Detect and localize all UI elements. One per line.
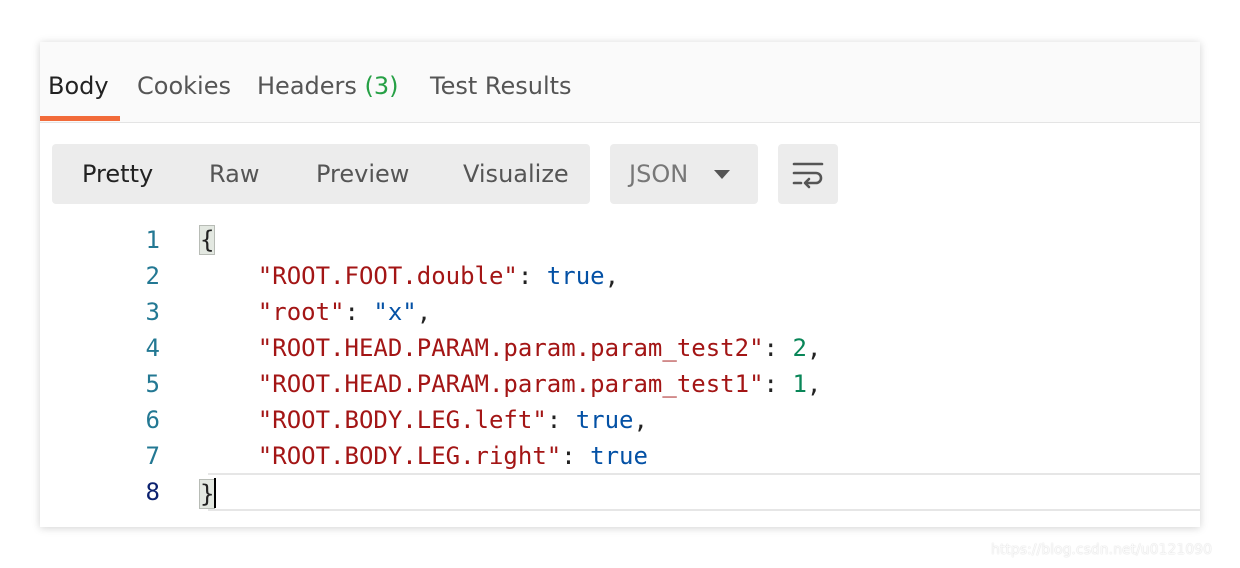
preview-button[interactable]: Preview bbox=[316, 160, 409, 188]
editor-line: 1 { bbox=[40, 222, 1200, 258]
tab-test-results[interactable]: Test Results bbox=[430, 72, 572, 100]
format-selected-label: JSON bbox=[629, 160, 689, 188]
active-tab-indicator bbox=[40, 116, 120, 121]
code-editor[interactable]: 1 { 2 "ROOT.FOOT.double": true, 3 "root"… bbox=[40, 222, 1200, 527]
view-mode-group: Pretty Raw Preview Visualize bbox=[52, 144, 590, 204]
editor-line: 4 "ROOT.HEAD.PARAM.param.param_test2": 2… bbox=[40, 330, 1200, 366]
json-key: "ROOT.HEAD.PARAM.param.param_test2" bbox=[257, 334, 764, 362]
response-tabs: Body Cookies Headers (3) Test Results bbox=[40, 42, 1200, 123]
tab-headers-label: Headers bbox=[257, 72, 357, 100]
json-value: true bbox=[575, 406, 634, 434]
line-number: 7 bbox=[145, 442, 160, 470]
json-separator: : bbox=[517, 262, 547, 290]
editor-line: 6 "ROOT.BODY.LEG.left": true, bbox=[40, 402, 1200, 438]
json-key: "ROOT.BODY.LEG.right" bbox=[257, 442, 562, 470]
line-number: 5 bbox=[145, 370, 160, 398]
line-number: 2 bbox=[145, 262, 160, 290]
json-value: 2 bbox=[792, 334, 807, 362]
editor-line-current: 8 } bbox=[40, 473, 1200, 511]
json-comma: , bbox=[633, 406, 648, 434]
format-select[interactable]: JSON bbox=[610, 144, 758, 204]
json-value: true bbox=[590, 442, 648, 470]
raw-button[interactable]: Raw bbox=[209, 160, 259, 188]
chevron-down-icon bbox=[714, 170, 730, 179]
line-number: 3 bbox=[145, 298, 160, 326]
json-comma: , bbox=[806, 334, 822, 362]
json-value: 1 bbox=[792, 370, 807, 398]
tab-body[interactable]: Body bbox=[48, 72, 109, 100]
editor-line: 5 "ROOT.HEAD.PARAM.param.param_test1": 1… bbox=[40, 366, 1200, 402]
watermark: https://blog.csdn.net/u0121090 bbox=[991, 542, 1212, 558]
json-value: true bbox=[546, 262, 605, 290]
json-separator: : bbox=[763, 370, 793, 398]
visualize-button[interactable]: Visualize bbox=[463, 160, 569, 188]
json-key: "ROOT.FOOT.double" bbox=[257, 262, 518, 290]
json-key: "ROOT.BODY.LEG.left" bbox=[257, 406, 547, 434]
line-number: 4 bbox=[145, 334, 160, 362]
open-brace: { bbox=[198, 225, 216, 255]
tab-cookies[interactable]: Cookies bbox=[137, 72, 231, 100]
response-panel: Body Cookies Headers (3) Test Results Pr… bbox=[40, 42, 1200, 527]
json-separator: : bbox=[546, 406, 576, 434]
json-separator: : bbox=[344, 298, 374, 326]
pretty-button[interactable]: Pretty bbox=[82, 160, 153, 188]
editor-line: 7 "ROOT.BODY.LEG.right": true bbox=[40, 438, 1200, 474]
editor-line: 2 "ROOT.FOOT.double": true, bbox=[40, 258, 1200, 294]
json-separator: : bbox=[561, 442, 591, 470]
json-comma: , bbox=[416, 298, 432, 326]
tab-headers[interactable]: Headers (3) bbox=[257, 72, 399, 100]
text-cursor bbox=[214, 478, 217, 508]
line-number: 1 bbox=[145, 226, 160, 254]
json-comma: , bbox=[604, 262, 620, 290]
json-key: "ROOT.HEAD.PARAM.param.param_test1" bbox=[257, 370, 764, 398]
wrap-lines-icon bbox=[792, 162, 824, 189]
wrap-lines-button[interactable] bbox=[778, 144, 838, 204]
line-number: 8 bbox=[145, 478, 160, 506]
line-number: 6 bbox=[145, 406, 160, 434]
editor-line: 3 "root": "x", bbox=[40, 294, 1200, 330]
json-separator: : bbox=[763, 334, 793, 362]
json-key: "root" bbox=[257, 298, 345, 326]
json-value: "x" bbox=[373, 298, 417, 326]
headers-count-badge: (3) bbox=[364, 72, 399, 100]
json-comma: , bbox=[806, 370, 822, 398]
close-brace: } bbox=[198, 479, 216, 509]
